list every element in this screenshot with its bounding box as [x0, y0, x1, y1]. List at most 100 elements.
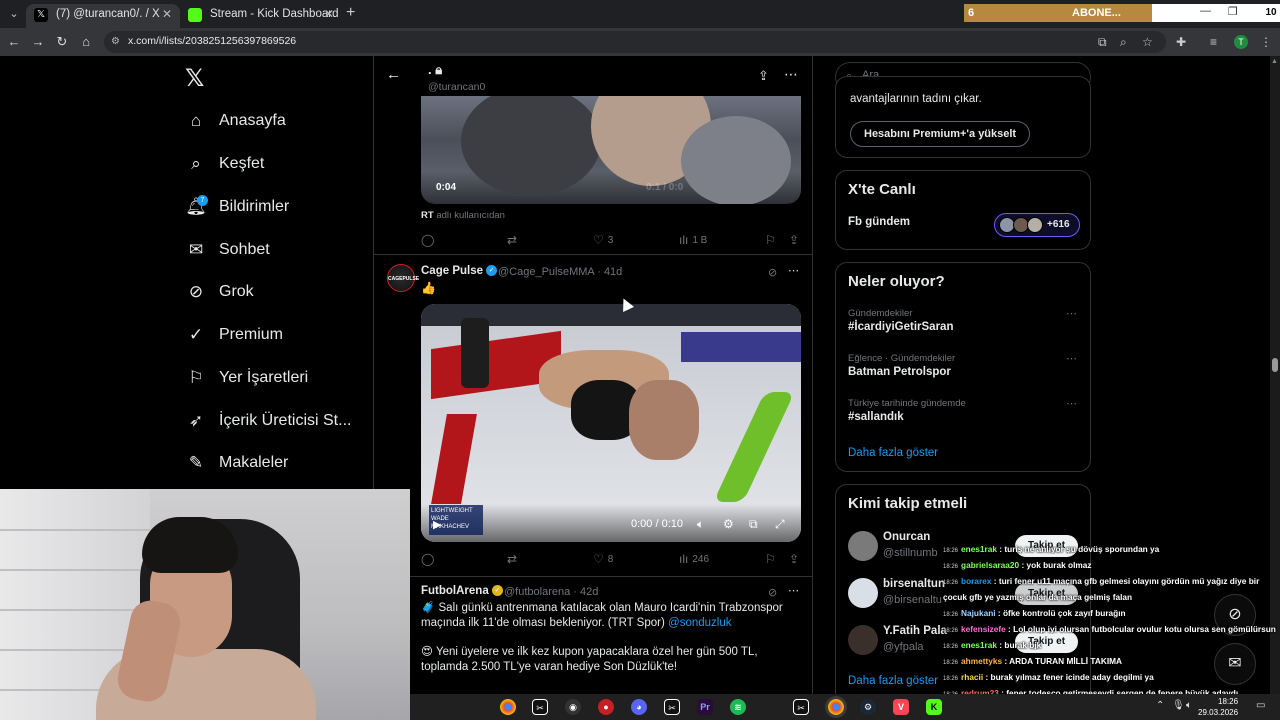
who-name[interactable]: Y.Fatih Pala — [883, 625, 947, 637]
back-arrow-icon[interactable]: ← — [386, 66, 401, 83]
share-button[interactable]: ⇪ — [789, 233, 799, 247]
sidebar-item-articles[interactable]: ✎ Makaleler — [185, 448, 288, 478]
volume-icon[interactable]: 🔈︎ — [697, 517, 704, 532]
capcut-icon[interactable]: ✂ — [532, 699, 548, 715]
sidebar-item-notifications[interactable]: 🔔︎ 7 Bildirimler — [185, 192, 289, 222]
tray-chevron-icon[interactable]: ⌃ — [1156, 700, 1164, 711]
tweet-age[interactable]: 42d — [580, 586, 598, 598]
steam-icon[interactable]: ⚙ — [860, 699, 876, 715]
bookmark-button[interactable]: ⚐ — [765, 552, 776, 566]
tab-x[interactable]: 𝕏 (7) @turancan0/. / X ✕ — [26, 4, 180, 28]
kebab-menu-icon[interactable]: ⋮ — [1260, 35, 1272, 49]
scroll-up-icon[interactable]: ▲ — [1271, 58, 1278, 65]
chat-username[interactable]: borarex — [961, 576, 991, 586]
retweet-button[interactable]: ⇄ — [507, 233, 517, 247]
sidebar-item-explore[interactable]: ⌕ Keşfet — [185, 149, 264, 179]
chat-username[interactable]: Najukani — [961, 608, 996, 618]
views-button[interactable]: ılı 1 B — [679, 233, 707, 247]
chrome-icon[interactable] — [828, 699, 844, 715]
star-icon[interactable]: ☆ — [1142, 35, 1153, 49]
bookmark-button[interactable]: ⚐ — [765, 233, 776, 247]
sidebar-item-home[interactable]: ⌂ Anasayfa — [185, 106, 286, 136]
more-icon[interactable]: ⋯ — [784, 66, 798, 83]
reply-button[interactable]: ◯ — [421, 552, 434, 566]
trend-name[interactable]: Batman Petrolspor — [848, 366, 951, 378]
live-avatars-pill[interactable]: +616 — [994, 213, 1080, 237]
share-icon[interactable]: ⇪ — [758, 68, 769, 84]
extensions-icon[interactable]: ✚ — [1176, 35, 1186, 49]
chat-username[interactable]: rhacii — [961, 672, 983, 682]
scroll-thumb[interactable] — [1272, 358, 1278, 372]
profile-avatar[interactable]: T — [1234, 35, 1248, 49]
tweet-handle[interactable]: @futbolarena — [504, 586, 570, 598]
chat-username[interactable]: enes1rak — [961, 544, 997, 554]
avatar[interactable] — [848, 625, 878, 655]
more-icon[interactable]: ⋯ — [1066, 397, 1077, 410]
home-icon[interactable]: ⌂ — [78, 34, 94, 49]
reload-icon[interactable]: ↻ — [54, 34, 70, 50]
grok-icon[interactable]: ⊘ — [768, 586, 777, 599]
tab-search-icon[interactable]: ⌄ — [4, 4, 24, 24]
notification-icon[interactable]: ▭ — [1256, 700, 1265, 711]
back-icon[interactable]: ← — [6, 34, 22, 49]
obs-icon[interactable]: ◉ — [565, 699, 581, 715]
zoom-icon[interactable]: ⌕ — [1120, 35, 1127, 50]
pip-icon[interactable]: ⧉ — [749, 517, 758, 532]
more-icon[interactable]: ⋯ — [1066, 352, 1077, 365]
tweet-age[interactable]: 41d — [604, 266, 622, 278]
chat-username[interactable]: ahmettyks — [961, 656, 1002, 666]
trend-name[interactable]: #sallandık — [848, 411, 904, 423]
chat-username[interactable]: gabrielsaraa20 — [961, 560, 1019, 570]
chat-username[interactable]: enes1rak — [961, 640, 997, 650]
play-icon[interactable]: ▶ — [433, 518, 441, 531]
more-icon[interactable]: ⋯ — [1066, 307, 1077, 320]
timeline[interactable]: ← . 🔒︎ @turancan0 ⇪ ⋯ 0:04 0:1 / 0:0 RT … — [373, 56, 813, 720]
show-more-link[interactable]: Daha fazla göster — [848, 675, 938, 687]
premiere-icon[interactable]: Pr — [697, 699, 713, 715]
sidebar-item-bookmarks[interactable]: ⚐ Yer İşaretleri — [185, 363, 308, 393]
chat-username[interactable]: kefensizefe — [961, 624, 1006, 634]
views-button[interactable]: ılı 246 — [679, 552, 709, 566]
tweet-video[interactable]: 0:04 0:1 / 0:0 — [421, 96, 801, 204]
sidebar-item-chat[interactable]: ✉ Sohbet — [185, 235, 270, 265]
who-name[interactable]: Onurcan — [883, 531, 930, 543]
close-tab-icon[interactable]: ✕ — [162, 4, 172, 24]
minimize-icon[interactable]: — — [1200, 5, 1211, 17]
valorant-icon[interactable]: V — [893, 699, 909, 715]
site-info-icon[interactable]: ⚙ — [111, 36, 120, 47]
volume-icon[interactable]: 🔈︎ — [1186, 700, 1192, 711]
sidebar-item-creator-studio[interactable]: ➶ İçerik Üreticisi St... — [185, 406, 352, 436]
fullscreen-icon[interactable]: ⤢ — [775, 517, 785, 532]
avatar[interactable]: CAGEPULSE — [387, 264, 419, 292]
avatar[interactable] — [848, 578, 878, 608]
install-icon[interactable]: ⧉ — [1098, 35, 1107, 50]
capcut-icon[interactable]: ✂ — [664, 699, 680, 715]
avatar[interactable] — [848, 531, 878, 561]
trend-name[interactable]: #İcardiyiGetirSaran — [848, 321, 953, 333]
close-tab-icon[interactable]: ✕ — [324, 4, 334, 24]
tweet-author-name[interactable]: Cage Pulse ✓ — [421, 265, 498, 277]
new-tab-icon[interactable]: + — [346, 4, 355, 22]
x-logo-icon[interactable]: 𝕏 — [185, 64, 204, 93]
chrome-icon[interactable] — [500, 699, 516, 715]
spotify-icon[interactable]: ≋ — [730, 699, 746, 715]
media-icon[interactable]: ≡ — [1210, 35, 1217, 49]
share-button[interactable]: ⇪ — [789, 552, 799, 566]
tweet-author-name[interactable]: FutbolArena ✓ — [421, 585, 503, 597]
restore-icon[interactable]: ❐ — [1228, 5, 1238, 18]
like-button[interactable]: ♡ 3 — [593, 233, 613, 247]
tweet-handle[interactable]: @Cage_PulseMMA — [498, 266, 594, 278]
upgrade-premium-button[interactable]: Hesabını Premium+'a yükselt — [850, 121, 1031, 147]
kick-icon[interactable]: K — [926, 699, 942, 715]
settings-icon[interactable]: ⚙ — [723, 517, 734, 531]
like-button[interactable]: ♡ 8 — [593, 552, 613, 566]
grok-icon[interactable]: ⊘ — [768, 266, 777, 279]
tweet-video[interactable]: LIGHTWEIGHT WADE MAKHACHEV ▶ 0:00 / 0:10… — [421, 304, 801, 542]
retweet-button[interactable]: ⇄ — [507, 552, 517, 566]
app-red-icon[interactable]: ● — [598, 699, 614, 715]
reply-button[interactable]: ◯ — [421, 233, 434, 247]
omnibox[interactable]: ⚙ x.com/i/lists/2038251256397869526 — [104, 31, 1166, 53]
live-item-label[interactable]: Fb gündem — [848, 216, 910, 228]
mic-icon[interactable]: 🎙︎ — [1172, 700, 1185, 711]
sidebar-item-grok[interactable]: ⊘ Grok — [185, 277, 254, 307]
